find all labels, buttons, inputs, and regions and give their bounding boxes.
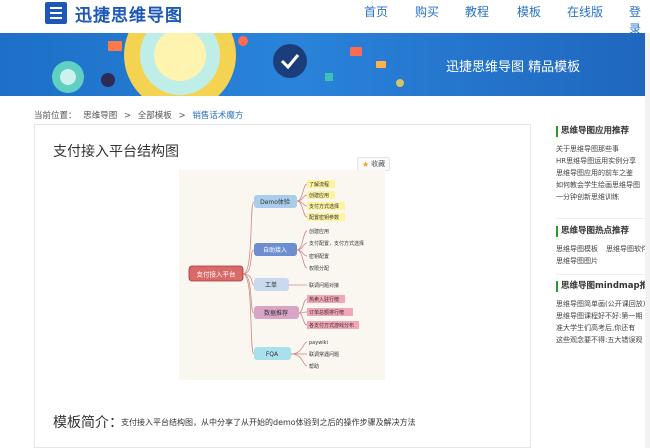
sidebar-link[interactable]: 思维导图模板 <box>556 243 598 255</box>
sidebar-link[interactable]: 一分钟创新思维训练 <box>556 191 650 203</box>
mindmap-leaf: 配置密钥参数 <box>309 214 339 221</box>
nav-login[interactable]: 登录 <box>629 3 650 37</box>
mindmap-root-label: 支付接入平台 <box>197 270 236 279</box>
breadcrumb: 当前位置： 思维导图 > 全部模板 > 销售话术魔方 <box>34 109 247 121</box>
banner-title: 迅捷思维导图 精品模板 <box>446 60 581 75</box>
breadcrumb-item-all-templates[interactable]: 全部模板 <box>138 111 172 121</box>
mindmap-leaf: 权限分配 <box>309 265 329 272</box>
mindmap-leaf: paywiki <box>309 340 328 346</box>
mindmap-leaf: 订单总额排行榜 <box>309 309 344 316</box>
mindmap-leaf: 了解流程 <box>309 181 329 188</box>
sidebar-link[interactable]: 思维导图简单画(公开课回放) <box>556 298 650 310</box>
mindmap-leaf: 创建应用 <box>309 228 329 235</box>
sidebar-link[interactable]: 思维导图软件 <box>606 243 648 255</box>
sidebar-link[interactable]: 如何教会学生绘画思维导图 <box>556 179 650 191</box>
nav-buy[interactable]: 购买 <box>415 3 439 20</box>
main-nav: 首页 购买 教程 模板 在线版 登录 <box>0 3 650 36</box>
mindmap-branch-label: FQA <box>266 351 279 358</box>
breadcrumb-item-current[interactable]: 销售话术魔方 <box>192 111 243 121</box>
favorite-button[interactable]: ★ 收藏 <box>357 157 391 171</box>
nav-tutorial[interactable]: 教程 <box>465 3 489 20</box>
nav-home[interactable]: 首页 <box>364 3 388 20</box>
breadcrumb-prefix: 当前位置： <box>34 111 77 121</box>
page: 迅捷思维导图 首页 购买 教程 模板 在线版 登录 迅捷思维导图 精品模板 当前… <box>0 0 650 448</box>
mindmap-branch-label: 工单 <box>265 281 277 289</box>
template-card: 支付接入平台结构图 ★ 收藏 支付接入平台 Demo体验 自助接入 工单 数据推… <box>34 124 531 448</box>
sidebar-link[interactable]: 思维导图应用的前车之鉴 <box>556 167 650 179</box>
mindmap-branch-label: Demo体验 <box>260 198 290 206</box>
nav-online[interactable]: 在线版 <box>567 3 603 20</box>
mindmap-leaf: 帮助 <box>309 363 319 370</box>
intro-text: 支付接入平台结构图，从中分享了从开始的demo体验到之后的操作步骤及解决方法 <box>121 418 416 427</box>
mindmap-preview[interactable]: 支付接入平台 Demo体验 自助接入 工单 数据推荐 FQA 了解流程 创建应用 <box>179 170 385 380</box>
mindmap-leaf: 联调问题对接 <box>309 282 339 289</box>
sidebar-section-hot: 思维导图热点推荐 思维导图模板 思维导图软件 思维导图图片 <box>556 226 650 267</box>
sidebar-heading: 思维导图应用推荐 <box>556 126 650 137</box>
top-navbar: 迅捷思维导图 首页 购买 教程 模板 在线版 登录 <box>0 0 650 36</box>
sidebar-section-mindmap: 思维导图mindmap推荐 思维导图简单画(公开课回放) 思维导图课程好不好:第… <box>556 281 650 346</box>
banner: 迅捷思维导图 精品模板 <box>0 33 650 96</box>
mindmap-branch-label: 数据推荐 <box>264 309 288 317</box>
mindmap-leaf: 支付配置，支付方式选择 <box>309 240 364 247</box>
mindmap-svg: 支付接入平台 Demo体验 自助接入 工单 数据推荐 FQA 了解流程 创建应用 <box>188 180 364 370</box>
mindmap-links <box>242 183 308 367</box>
breadcrumb-separator: > <box>123 111 132 121</box>
mindmap-leaf: 各支付方式游戏分布 <box>309 322 354 329</box>
mindmap-leaf: 密钥配置 <box>309 253 329 260</box>
breadcrumb-item-mindmap[interactable]: 思维导图 <box>83 111 117 121</box>
sidebar-link[interactable]: 这些观念要不得:五大错误观 <box>556 334 650 346</box>
mindmap-leaf: 创建应用 <box>309 192 329 199</box>
mindmap-leaf: 支付方式选择 <box>309 203 339 210</box>
nav-template[interactable]: 模板 <box>517 3 541 20</box>
mindmap-leaf: 联调常遇问题 <box>309 351 339 358</box>
sidebar-heading: 思维导图mindmap推荐 <box>556 281 650 292</box>
sidebar: 思维导图应用推荐 关于思维导图那些事 HR思维导图运用实例分享 思维导图应用的前… <box>548 118 650 448</box>
breadcrumb-separator: > <box>178 111 186 121</box>
sidebar-divider <box>556 274 650 275</box>
favorite-label: 收藏 <box>371 160 386 168</box>
sidebar-heading: 思维导图热点推荐 <box>556 226 650 237</box>
intro-label: 模板简介： <box>53 415 123 431</box>
mindmap-branch-label: 自助接入 <box>263 246 287 254</box>
page-scrollbar[interactable] <box>645 33 650 448</box>
sidebar-link[interactable]: 思维导图课程好不好:第一期 <box>556 310 650 322</box>
sidebar-link[interactable]: 准大学生们高考后,你还有 <box>556 322 650 334</box>
sidebar-link[interactable]: HR思维导图运用实例分享 <box>556 155 650 167</box>
sidebar-divider <box>556 218 650 219</box>
sidebar-link[interactable]: 思维导图图片 <box>556 255 650 267</box>
sidebar-link[interactable]: 关于思维导图那些事 <box>556 143 650 155</box>
page-title: 支付接入平台结构图 <box>53 144 179 160</box>
sidebar-section-app: 思维导图应用推荐 关于思维导图那些事 HR思维导图运用实例分享 思维导图应用的前… <box>556 126 650 203</box>
mindmap-leaf: 热卖入驻行榜 <box>309 296 339 303</box>
star-icon: ★ <box>362 159 370 169</box>
